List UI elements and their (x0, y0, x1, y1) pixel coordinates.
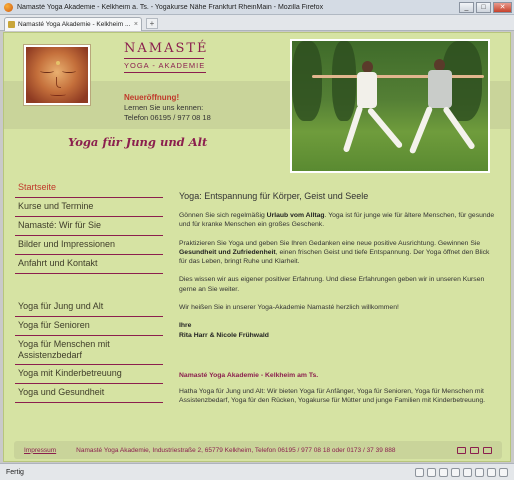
email-icon[interactable] (457, 446, 466, 454)
bookmark-icon[interactable] (483, 446, 492, 454)
seo-text: Hatha Yoga für Jung und Alt: Wir bieten … (179, 387, 486, 405)
page-heading: Yoga: Entspannung für Körper, Geist und … (179, 191, 369, 201)
nav-item-gesundheit[interactable]: Yoga und Gesundheit (15, 384, 163, 403)
window-title: Namasté Yoga Akademie - Kelkheim a. Ts. … (17, 3, 324, 11)
addon-icon-2[interactable] (427, 467, 436, 477)
footer-address: Namasté Yoga Akademie, Industriestraße 2… (76, 446, 396, 454)
buddha-face-logo (24, 45, 90, 105)
close-button[interactable]: ✕ (493, 1, 512, 13)
nav-item-senioren[interactable]: Yoga für Senioren (15, 317, 163, 336)
seo-title: Namasté Yoga Akademie - Kelkheim am Ts. (179, 371, 319, 379)
news-phone: Telefon 06195 / 977 08 18 (124, 113, 211, 122)
nav-item-anfahrt[interactable]: Anfahrt und Kontakt (15, 255, 163, 274)
tab-label: Namasté Yoga Akademie - Kelkheim ... (18, 21, 131, 28)
addon-icon-3[interactable] (439, 467, 448, 477)
firefox-icon (4, 2, 13, 12)
maximize-button[interactable]: □ (476, 1, 491, 13)
signature: Ihre Rita Harr & Nicole Frühwald (179, 322, 269, 339)
status-text: Fertig (6, 468, 24, 476)
web-page: NAMASTÉ YOGA - AKADEMIE Neueröffnung! Le… (3, 32, 511, 462)
main-content: Yoga: Entspannung für Körper, Geist und … (179, 191, 497, 415)
status-bar: Fertig (0, 463, 514, 480)
paragraph-3: Dies wissen wir aus eigener positiver Er… (179, 276, 485, 293)
brand-subtitle: YOGA - AKADEMIE (124, 61, 206, 70)
resize-grip-icon[interactable] (499, 467, 508, 477)
impressum-link[interactable]: Impressum (24, 447, 56, 454)
tab-namaste[interactable]: Namasté Yoga Akademie - Kelkheim ... × (4, 17, 142, 31)
minimize-button[interactable]: _ (459, 1, 474, 13)
nav-item-assistenzbedarf[interactable]: Yoga für Menschen mit Assistenzbedarf (15, 336, 163, 365)
yoga-figure-right (392, 55, 488, 165)
nav-item-namaste[interactable]: Namasté: Wir für Sie (15, 217, 163, 236)
news-line-1: Lernen Sie uns kennen: (124, 103, 204, 112)
addon-icon-1[interactable] (415, 467, 424, 477)
tab-close-icon[interactable]: × (134, 21, 138, 28)
paragraph-1: Gönnen Sie sich regelmäßig Urlaub vom Al… (179, 212, 495, 229)
nav-item-startseite[interactable]: Startseite (15, 179, 163, 198)
main-navigation: Startseite Kurse und Termine Namasté: Wi… (15, 179, 163, 403)
print-icon[interactable] (470, 446, 479, 454)
nav-item-jung-alt[interactable]: Yoga für Jung und Alt (15, 298, 163, 317)
paragraph-4: Wir heißen Sie in unserer Yoga-Akademie … (179, 304, 399, 312)
nav-item-bilder[interactable]: Bilder und Impressionen (15, 236, 163, 255)
addon-icon-6[interactable] (475, 467, 484, 477)
addon-icon-7[interactable] (487, 467, 496, 477)
slogan: Yoga für Jung und Alt (68, 135, 208, 149)
tab-bar: Namasté Yoga Akademie - Kelkheim ... × + (0, 15, 514, 31)
news-box: Neueröffnung! Lernen Sie uns kennen: Tel… (124, 93, 211, 123)
news-heading: Neueröffnung! (124, 93, 180, 102)
brand-block: NAMASTÉ YOGA - AKADEMIE (124, 41, 209, 73)
new-tab-button[interactable]: + (146, 18, 158, 29)
paragraph-2: Praktizieren Sie Yoga und geben Sie Ihre… (179, 239, 490, 266)
nav-item-kinderbetreuung[interactable]: Yoga mit Kinderbetreuung (15, 365, 163, 384)
window-titlebar: Namasté Yoga Akademie - Kelkheim a. Ts. … (0, 0, 514, 15)
footer: Impressum Namasté Yoga Akademie, Industr… (14, 441, 502, 459)
brand-name: NAMASTÉ (124, 41, 209, 56)
footer-icons (457, 446, 492, 454)
addon-icon-5[interactable] (463, 467, 472, 477)
status-icons (415, 467, 508, 477)
hero-yoga-photo (290, 39, 490, 173)
favicon-icon (8, 21, 15, 28)
addon-icon-4[interactable] (451, 467, 460, 477)
nav-item-kurse[interactable]: Kurse und Termine (15, 198, 163, 217)
